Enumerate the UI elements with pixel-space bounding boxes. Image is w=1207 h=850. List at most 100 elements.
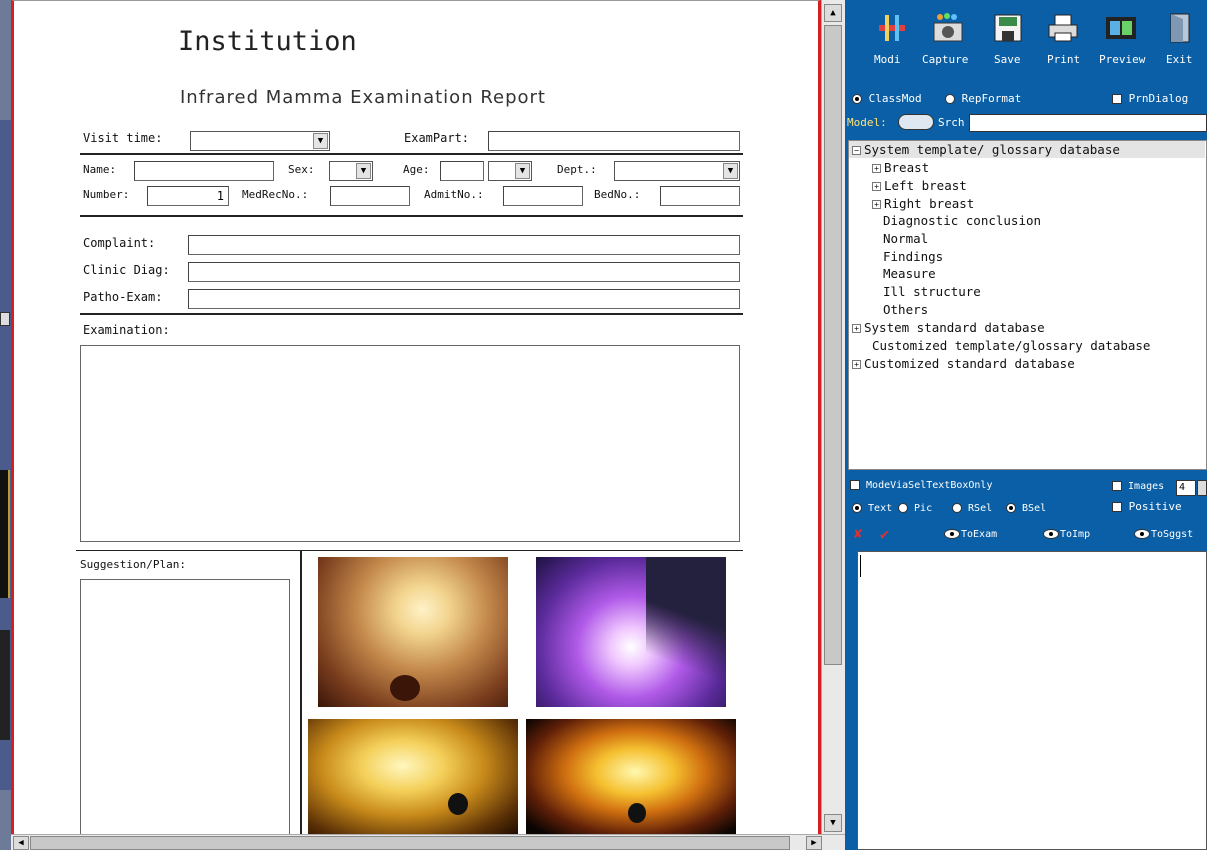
tree-item[interactable]: Measure bbox=[883, 266, 936, 282]
hscroll-thumb[interactable] bbox=[30, 836, 790, 850]
print-button-label[interactable]: Print bbox=[1047, 53, 1080, 66]
film-icon[interactable] bbox=[1101, 8, 1141, 48]
search-input[interactable] bbox=[969, 114, 1207, 132]
number-label: Number: bbox=[83, 188, 130, 201]
scroll-up-button[interactable]: ▲ bbox=[824, 4, 842, 22]
complaint-input[interactable] bbox=[188, 235, 740, 255]
tree-item[interactable]: − System template/ glossary database bbox=[852, 142, 1120, 158]
tree-item[interactable]: Diagnostic conclusion bbox=[883, 213, 1041, 229]
suggestion-label: Suggestion/Plan: bbox=[80, 558, 186, 571]
age-label: Age: bbox=[403, 163, 430, 176]
exam-part-input[interactable] bbox=[488, 131, 740, 151]
age-unit-select[interactable]: ▼ bbox=[488, 161, 532, 181]
save-button-label[interactable]: Save bbox=[994, 53, 1021, 66]
tree-item[interactable]: Others bbox=[883, 302, 928, 318]
text-radio[interactable]: Text bbox=[852, 503, 892, 514]
mode-checkbox[interactable]: ModeViaSelTextBoxOnly bbox=[850, 480, 992, 491]
tools-icon[interactable] bbox=[872, 8, 912, 48]
capture-button-label[interactable]: Capture bbox=[922, 53, 968, 66]
tree-item[interactable]: + Left breast bbox=[872, 178, 967, 194]
positive-checkbox[interactable]: Positive bbox=[1112, 500, 1182, 513]
chevron-down-icon: ▼ bbox=[313, 133, 328, 149]
thermal-image-4[interactable] bbox=[526, 719, 736, 836]
divider bbox=[76, 550, 743, 551]
to-exam-button[interactable]: ToExam bbox=[944, 529, 997, 540]
images-count-input[interactable]: 4 bbox=[1176, 480, 1196, 496]
toggle-switch[interactable] bbox=[898, 114, 934, 130]
floppy-icon[interactable] bbox=[988, 8, 1028, 48]
clinic-diag-label: Clinic Diag: bbox=[83, 263, 170, 277]
glossary-text-box[interactable] bbox=[857, 551, 1207, 850]
chevron-down-icon: ▼ bbox=[356, 163, 371, 179]
dept-select[interactable]: ▼ bbox=[614, 161, 740, 181]
patho-exam-label: Patho-Exam: bbox=[83, 290, 163, 304]
scrollbar-thumb[interactable] bbox=[824, 25, 842, 665]
images-checkbox[interactable]: Images bbox=[1112, 481, 1164, 492]
classmod-radio[interactable]: ClassMod bbox=[852, 92, 922, 105]
modi-button-label[interactable]: Modi bbox=[874, 53, 901, 66]
thermal-image-2[interactable] bbox=[536, 557, 726, 707]
admit-label: AdmitNo.: bbox=[424, 188, 484, 201]
name-label: Name: bbox=[83, 163, 117, 176]
exit-button-label[interactable]: Exit bbox=[1166, 53, 1193, 66]
tree-item[interactable]: + Customized standard database bbox=[852, 356, 1075, 372]
sex-select[interactable]: ▼ bbox=[329, 161, 373, 181]
divider bbox=[300, 551, 302, 836]
name-input[interactable] bbox=[134, 161, 274, 181]
thermal-image-1[interactable] bbox=[318, 557, 508, 707]
printer-icon[interactable] bbox=[1043, 8, 1083, 48]
scroll-down-button[interactable]: ▼ bbox=[824, 814, 842, 832]
complaint-label: Complaint: bbox=[83, 236, 156, 250]
exam-part-label: ExamPart: bbox=[404, 131, 470, 145]
tree-item[interactable]: Customized template/glossary database bbox=[872, 338, 1150, 354]
bed-input[interactable] bbox=[660, 186, 740, 206]
number-input[interactable]: 1 bbox=[147, 186, 229, 206]
tree-item[interactable]: + System standard database bbox=[852, 320, 1045, 336]
tree-item[interactable]: + Right breast bbox=[872, 196, 974, 212]
camera-icon[interactable] bbox=[928, 8, 968, 48]
check-icon[interactable]: ✔ bbox=[880, 525, 889, 543]
medrec-label: MedRecNo.: bbox=[242, 188, 309, 201]
model-label: Model: bbox=[847, 116, 887, 129]
patho-exam-input[interactable] bbox=[188, 289, 740, 309]
tree-item[interactable]: Findings bbox=[883, 249, 943, 265]
age-input[interactable] bbox=[440, 161, 484, 181]
tree-item[interactable]: Ill structure bbox=[883, 284, 981, 300]
eye-icon bbox=[944, 529, 960, 539]
tree-item[interactable]: + Breast bbox=[872, 160, 929, 176]
to-sggst-button[interactable]: ToSggst bbox=[1134, 529, 1193, 540]
bsel-radio[interactable]: BSel bbox=[1006, 503, 1046, 514]
desktop-window-edge bbox=[0, 470, 10, 598]
institution-title: Institution bbox=[178, 26, 357, 57]
thermal-image-3[interactable] bbox=[308, 719, 518, 836]
scroll-left-button[interactable]: ◀ bbox=[13, 836, 29, 850]
visit-time-select[interactable]: ▼ bbox=[190, 131, 330, 151]
clinic-diag-input[interactable] bbox=[188, 262, 740, 282]
medrec-input[interactable] bbox=[330, 186, 410, 206]
visit-time-label: Visit time: bbox=[83, 131, 163, 145]
scroll-right-button[interactable]: ▶ bbox=[806, 836, 822, 850]
sex-label: Sex: bbox=[288, 163, 315, 176]
rsel-radio[interactable]: RSel bbox=[952, 503, 992, 514]
bed-label: BedNo.: bbox=[594, 188, 641, 201]
chevron-down-icon: ▼ bbox=[723, 163, 738, 179]
preview-button-label[interactable]: Preview bbox=[1099, 53, 1145, 66]
desktop-window-edge bbox=[0, 312, 10, 326]
images-count-spinner[interactable] bbox=[1197, 480, 1207, 496]
pic-radio[interactable]: Pic bbox=[898, 503, 932, 514]
text-cursor bbox=[860, 555, 861, 577]
examination-textarea[interactable] bbox=[80, 345, 740, 542]
eye-icon bbox=[1043, 529, 1059, 539]
tree-item[interactable]: Normal bbox=[883, 231, 928, 247]
to-imp-button[interactable]: ToImp bbox=[1043, 529, 1090, 540]
cancel-x-icon[interactable]: ✘ bbox=[854, 526, 862, 542]
door-icon[interactable] bbox=[1160, 8, 1200, 48]
eye-icon bbox=[1134, 529, 1150, 539]
repformat-radio[interactable]: RepFormat bbox=[945, 92, 1021, 105]
search-label[interactable]: Srch bbox=[938, 116, 965, 129]
admit-input[interactable] bbox=[503, 186, 583, 206]
report-title: Infrared Mamma Examination Report bbox=[180, 87, 546, 108]
divider bbox=[80, 215, 743, 217]
prndialog-checkbox[interactable]: PrnDialog bbox=[1112, 92, 1188, 105]
suggestion-textarea[interactable] bbox=[80, 579, 290, 836]
